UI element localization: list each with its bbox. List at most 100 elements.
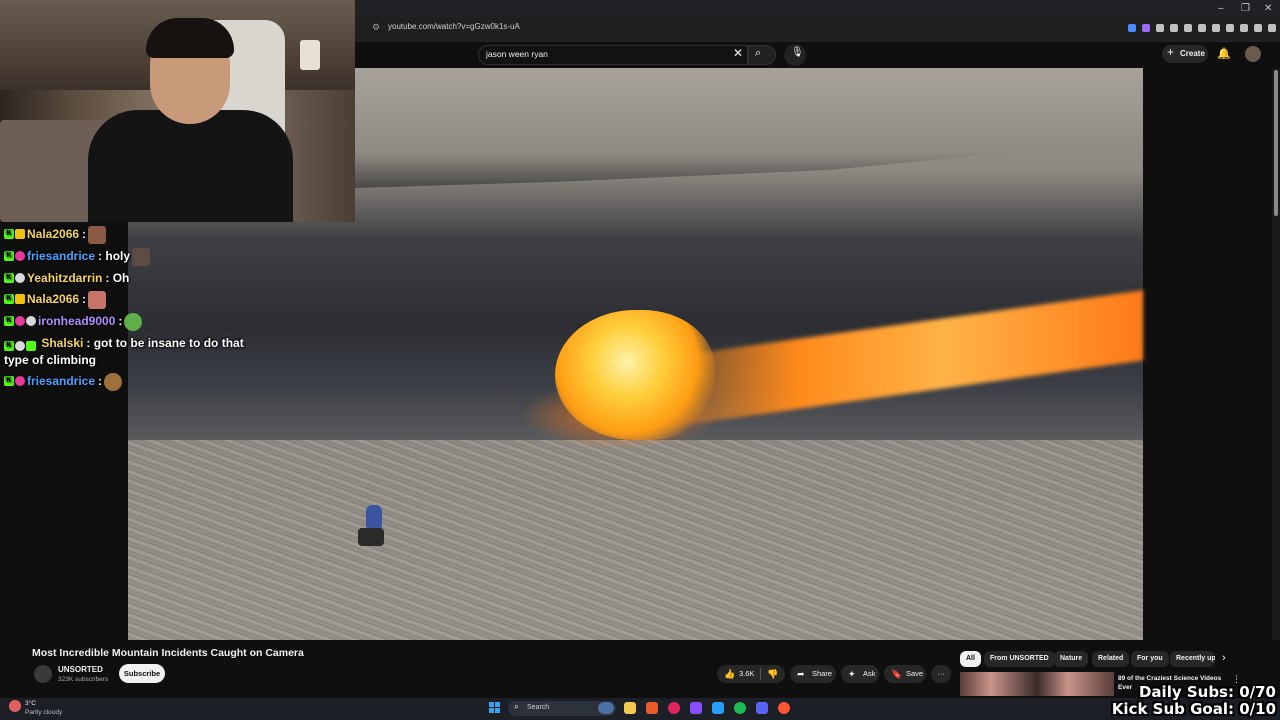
- like-count: 3.6K: [739, 669, 755, 678]
- verified-badge-icon: [15, 341, 25, 351]
- taskbar-search-label[interactable]: Search: [527, 704, 549, 711]
- chat-username: Nala2066: [27, 227, 80, 241]
- extension-icon[interactable]: [1254, 24, 1262, 32]
- clear-search-icon[interactable]: ✕: [733, 46, 743, 60]
- windows-start-icon[interactable]: [489, 702, 501, 714]
- discord-icon[interactable]: [756, 702, 768, 714]
- obs-icon[interactable]: [690, 702, 702, 714]
- maximize-button[interactable]: ❐: [1241, 3, 1250, 14]
- weather-icon[interactable]: [9, 700, 21, 712]
- channel-name[interactable]: UNSORTED: [58, 665, 103, 674]
- extension-icon[interactable]: [1268, 24, 1276, 32]
- webcam-person-hair: [146, 18, 234, 58]
- channel-avatar[interactable]: [34, 665, 52, 683]
- chat-message: K ironhead9000:: [4, 313, 264, 331]
- kick-badge-icon: K: [4, 251, 14, 261]
- save-button[interactable]: 🔖 Save: [884, 665, 926, 683]
- search-query[interactable]: jason ween ryan: [486, 49, 548, 59]
- close-window-button[interactable]: ✕: [1264, 3, 1272, 14]
- chip-for-you[interactable]: For you: [1131, 651, 1169, 667]
- search-icon: ⌕: [514, 701, 520, 711]
- sub-badge-icon: [26, 341, 36, 351]
- notifications-bell-icon[interactable]: 🔔: [1217, 47, 1231, 60]
- extension-toolbar: [1128, 24, 1280, 32]
- video-title: Most Incredible Mountain Incidents Caugh…: [32, 647, 304, 659]
- chat-text: Oh: [112, 271, 130, 285]
- share-label: Share: [812, 669, 833, 678]
- video-lava-burst: [555, 310, 715, 440]
- more-actions-button[interactable]: ···: [931, 665, 951, 683]
- extension-icon[interactable]: [1142, 24, 1150, 32]
- chat-message: K friesandrice:: [4, 373, 264, 391]
- chat-message: K Nala2066:: [4, 226, 264, 244]
- webcam-person-body: [88, 110, 293, 222]
- verified-badge-icon: [15, 273, 25, 283]
- chat-username: Nala2066: [27, 292, 80, 306]
- extension-icon[interactable]: [1212, 24, 1220, 32]
- kick-badge-icon: K: [4, 229, 14, 239]
- recommended-thumbnail[interactable]: [960, 672, 1114, 696]
- extension-icon[interactable]: [1184, 24, 1192, 32]
- chat-username: Yeahitzdarrin: [27, 271, 103, 285]
- site-info-icon[interactable]: ⚙: [372, 22, 384, 34]
- account-avatar[interactable]: [1245, 46, 1261, 62]
- gift-badge-icon: [26, 316, 36, 326]
- chip-all[interactable]: All: [960, 651, 981, 667]
- chip-recently-uploaded[interactable]: Recently up: [1170, 651, 1215, 667]
- search-highlight-icon: [598, 702, 614, 714]
- extension-icon[interactable]: [1128, 24, 1136, 32]
- extension-icon[interactable]: [1240, 24, 1248, 32]
- app-icon[interactable]: [668, 702, 680, 714]
- webcam-lamp: [300, 40, 320, 70]
- chat-text: got to be insane to do that type of clim…: [4, 336, 244, 367]
- extension-icon[interactable]: [1198, 24, 1206, 32]
- chat-message: K friesandrice: holy: [4, 248, 264, 266]
- bookmark-icon: 🔖: [891, 669, 903, 679]
- ask-button[interactable]: ✦ Ask: [841, 665, 879, 683]
- chip-related[interactable]: Related: [1092, 651, 1130, 667]
- extension-icon[interactable]: [1156, 24, 1164, 32]
- spotify-icon[interactable]: [734, 702, 746, 714]
- chevron-right-icon[interactable]: ›: [1222, 652, 1226, 664]
- create-label[interactable]: Create: [1180, 49, 1205, 58]
- extension-icon[interactable]: [1170, 24, 1178, 32]
- chip-nature[interactable]: Nature: [1054, 651, 1089, 667]
- kick-sub-goal: Kick Sub Goal: 0/10: [1111, 700, 1276, 718]
- windows-taskbar: [0, 698, 1280, 720]
- search-button[interactable]: [748, 45, 776, 65]
- app-icon[interactable]: [778, 702, 790, 714]
- share-button[interactable]: ➦ Share: [790, 665, 836, 683]
- kick-badge-icon: K: [4, 316, 14, 326]
- subscribe-button[interactable]: Subscribe: [119, 664, 165, 683]
- file-explorer-icon[interactable]: [624, 702, 636, 714]
- chat-username: Shalski: [41, 336, 84, 350]
- weather-temperature[interactable]: 3°C: [25, 700, 36, 707]
- telegram-icon[interactable]: [712, 702, 724, 714]
- chat-username: friesandrice: [27, 249, 96, 263]
- save-label: Save: [906, 669, 924, 678]
- address-url[interactable]: youtube.com/watch?v=gGzw0k1s-uA: [388, 22, 520, 31]
- chip-from-unsorted[interactable]: From UNSORTED: [984, 651, 1055, 667]
- chat-username: friesandrice: [27, 374, 96, 388]
- brave-browser-icon[interactable]: [646, 702, 658, 714]
- weather-description[interactable]: Partly cloudy: [25, 709, 62, 716]
- emote-icon: [104, 373, 123, 391]
- share-icon: ➦: [797, 669, 805, 679]
- like-button[interactable]: 👍 3.6K 👎: [717, 665, 785, 683]
- extension-icon[interactable]: [1226, 24, 1234, 32]
- microphone-icon[interactable]: 🎙: [791, 47, 804, 58]
- minimize-button[interactable]: –: [1218, 3, 1224, 14]
- subscriber-count: 323K subscribers: [58, 676, 109, 683]
- daily-subs-goal: Daily Subs: 0/70: [1138, 683, 1276, 701]
- heart-badge-icon: [15, 316, 25, 326]
- search-icon[interactable]: ⌕: [755, 47, 761, 60]
- kick-badge-icon: K: [4, 294, 14, 304]
- thumbs-down-icon[interactable]: 👎: [767, 665, 778, 683]
- chat-text: holy: [105, 249, 131, 263]
- emote-icon: [132, 248, 151, 266]
- scrollbar-thumb[interactable]: [1274, 70, 1278, 216]
- plus-icon: +: [1167, 45, 1175, 59]
- emote-icon: [88, 291, 107, 309]
- stream-chat: K Nala2066: K friesandrice: holy K Yeahi…: [4, 226, 264, 395]
- chat-message: K Nala2066:: [4, 291, 264, 309]
